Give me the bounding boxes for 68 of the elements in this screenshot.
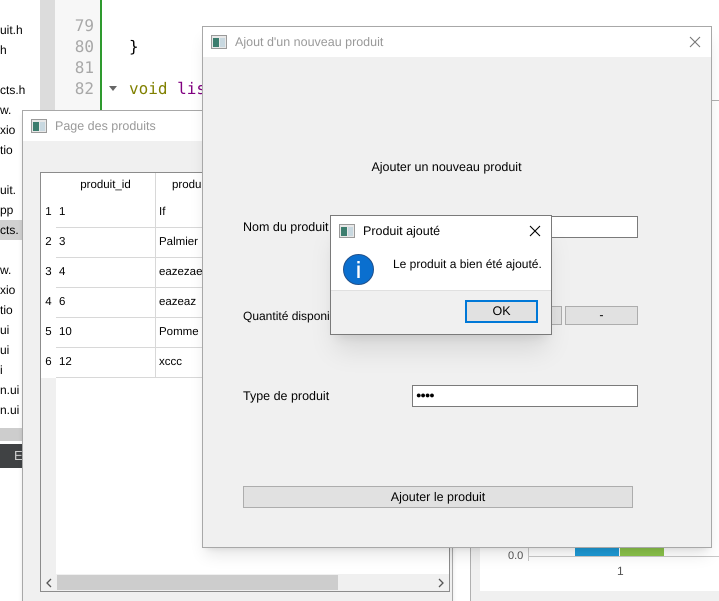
- window-title: Page des produits: [55, 118, 156, 135]
- table-cell: 12: [59, 356, 72, 368]
- file-item[interactable]: i: [0, 360, 3, 380]
- file-item[interactable]: cts.: [0, 220, 22, 240]
- window-title: Ajout d'un nouveau produit: [235, 34, 384, 51]
- minus-button[interactable]: -: [565, 306, 638, 325]
- app-icon: [211, 35, 227, 49]
- row-header[interactable]: 5: [45, 324, 52, 342]
- window-title: Produit ajouté: [363, 222, 440, 240]
- column-header[interactable]: produ: [172, 176, 202, 194]
- table-cell: eazeaz: [159, 296, 196, 308]
- app-icon: [339, 224, 355, 238]
- row-header[interactable]: 1: [45, 204, 52, 222]
- tab-label[interactable]: E: [14, 446, 23, 466]
- file-item[interactable]: w.: [0, 100, 12, 120]
- file-item[interactable]: xio: [0, 120, 16, 140]
- row-header[interactable]: 2: [45, 234, 52, 252]
- file-item[interactable]: n.ui: [0, 400, 20, 420]
- file-item[interactable]: n.ui: [0, 380, 20, 400]
- file-item[interactable]: tio: [0, 140, 13, 160]
- column-header[interactable]: produit_id: [80, 176, 131, 194]
- file-item[interactable]: pp: [0, 200, 14, 220]
- form-heading: Ajouter un nouveau produit: [371, 159, 522, 176]
- file-item[interactable]: ui: [0, 320, 10, 340]
- table-cell: 1: [59, 206, 66, 218]
- line-number: 80: [74, 37, 94, 56]
- scrollbar-thumb[interactable]: [57, 575, 338, 590]
- chevron-left-icon[interactable]: [45, 578, 53, 588]
- ok-button[interactable]: OK: [465, 300, 538, 323]
- table-cell: 6: [59, 296, 66, 308]
- field-label: Quantité disponi: [243, 308, 330, 324]
- table-cell: 10: [59, 326, 72, 338]
- table-cell: Palmier: [159, 236, 198, 248]
- field-label: Type de produit: [243, 388, 330, 405]
- file-item[interactable]: w.: [0, 260, 12, 280]
- code-line: }: [129, 37, 139, 56]
- row-header[interactable]: 3: [45, 264, 52, 282]
- axis-category-label: 1: [617, 565, 624, 578]
- line-number: 79: [74, 16, 94, 35]
- table-cell: 4: [59, 266, 66, 278]
- file-item[interactable]: cts.h: [0, 80, 26, 100]
- add-product-button[interactable]: Ajouter le produit: [243, 486, 633, 508]
- message-text: Le produit a bien été ajouté.: [393, 256, 542, 273]
- file-item[interactable]: xio: [0, 280, 16, 300]
- fold-arrow-icon[interactable]: [109, 86, 117, 92]
- line-number: 81: [74, 58, 94, 77]
- file-item[interactable]: uit.h: [0, 20, 23, 40]
- file-item[interactable]: ui: [0, 340, 10, 360]
- line-number: 82: [74, 79, 94, 98]
- scrollbar[interactable]: [0, 428, 22, 441]
- file-item[interactable]: uit.: [0, 180, 16, 200]
- field-label: Nom du produit: [243, 218, 328, 236]
- file-item[interactable]: h: [0, 40, 7, 60]
- table-cell: 3: [59, 236, 66, 248]
- info-icon: [343, 254, 374, 285]
- table-cell: Pomme: [159, 326, 199, 338]
- row-header[interactable]: 6: [45, 354, 52, 372]
- horizontal-scrollbar[interactable]: [41, 574, 449, 591]
- table-cell: eazezae: [159, 266, 202, 278]
- close-icon[interactable]: [529, 225, 541, 237]
- app-icon: [31, 119, 47, 133]
- file-item[interactable]: tio: [0, 300, 13, 320]
- chevron-right-icon[interactable]: [437, 578, 445, 588]
- row-header[interactable]: 4: [45, 294, 52, 312]
- table-cell: xccc: [159, 356, 182, 368]
- type-input-field[interactable]: ●●●●: [412, 385, 638, 407]
- axis-tick-label: 0.0: [508, 550, 524, 562]
- table-cell: If: [159, 206, 166, 218]
